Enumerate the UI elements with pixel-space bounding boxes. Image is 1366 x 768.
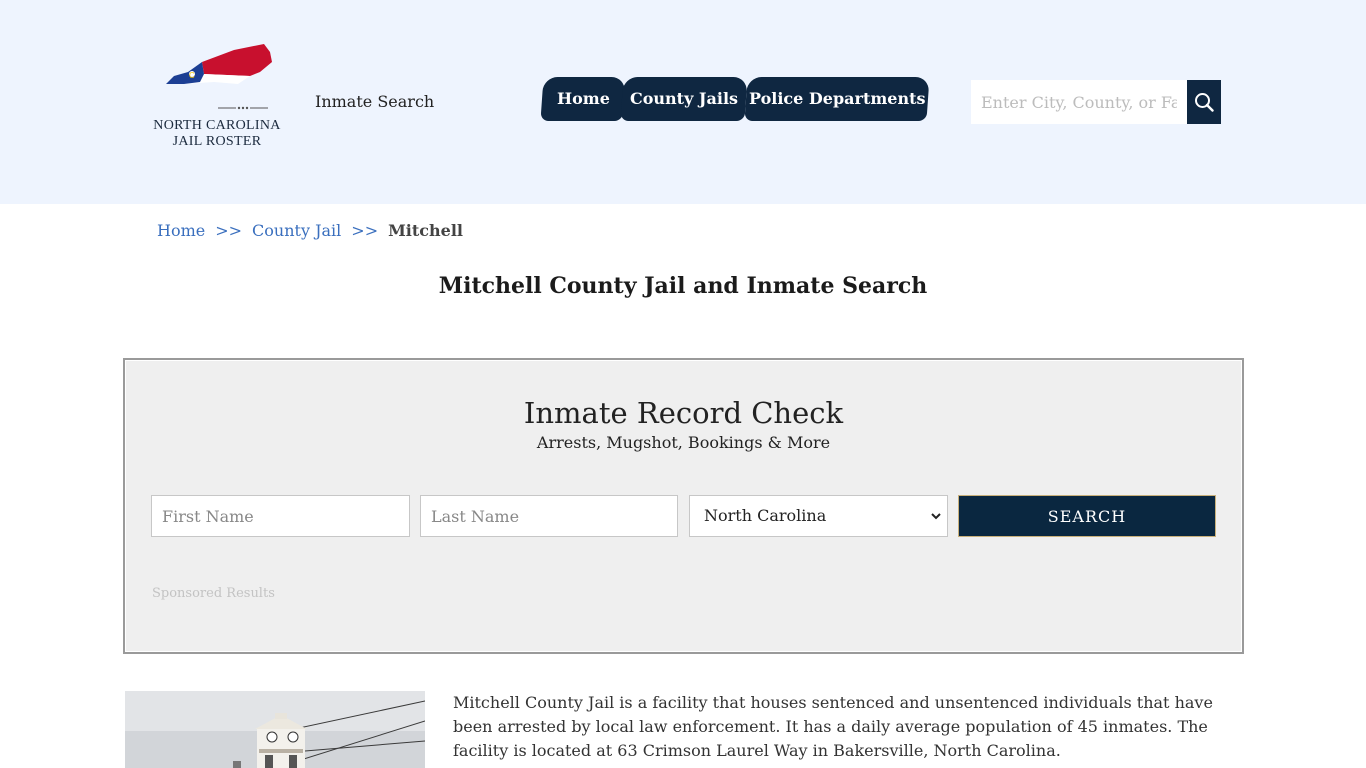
north-carolina-map-icon: C <box>166 44 272 84</box>
record-check-subtitle: Arrests, Mugshot, Bookings & More <box>536 433 831 452</box>
logo-line-2: JAIL ROSTER <box>172 134 262 149</box>
site-search <box>971 80 1221 124</box>
breadcrumb-county-jail[interactable]: County Jail <box>252 221 341 240</box>
chevron-down-icon <box>931 513 941 520</box>
nav-home[interactable]: Home <box>540 77 626 121</box>
last-name-field[interactable] <box>420 495 678 537</box>
breadcrumb: Home >> County Jail >> Mitchell <box>157 221 463 241</box>
breadcrumb-separator: >> <box>215 221 243 240</box>
breadcrumb-separator: >> <box>351 221 379 240</box>
site-search-button[interactable] <box>1187 80 1221 124</box>
site-search-input[interactable] <box>971 80 1187 124</box>
record-search-button[interactable]: SEARCH <box>958 495 1216 537</box>
site-tagline[interactable]: Inmate Search <box>315 92 434 111</box>
search-icon <box>1195 93 1214 112</box>
page-title: Mitchell County Jail and Inmate Search <box>438 273 928 299</box>
inmate-record-check-panel: Inmate Record Check Arrests, Mugshot, Bo… <box>123 358 1244 654</box>
state-select[interactable]: North Carolina <box>689 495 948 537</box>
breadcrumb-current: Mitchell <box>388 221 463 240</box>
svg-text:C: C <box>189 71 195 80</box>
breadcrumb-home[interactable]: Home <box>157 221 205 240</box>
logo-text: NORTH CAROLINA JAIL ROSTER <box>146 118 288 150</box>
logo-line-1: NORTH CAROLINA <box>153 118 281 133</box>
nav-police-departments[interactable]: Police Departments <box>744 77 930 121</box>
record-check-title: Inmate Record Check <box>523 396 844 430</box>
courthouse-image <box>125 691 425 768</box>
first-name-field[interactable] <box>151 495 410 537</box>
jail-description: Mitchell County Jail is a facility that … <box>453 693 1213 760</box>
site-header: C NORTH CAROLINA JAIL ROSTER Inmate Sear… <box>0 0 1366 204</box>
site-logo[interactable]: C NORTH CAROLINA JAIL ROSTER <box>146 44 288 154</box>
sponsored-label: Sponsored Results <box>152 586 275 601</box>
state-select-value: North Carolina <box>704 506 827 525</box>
logo-divider <box>218 106 268 110</box>
jail-building-photo <box>125 691 425 768</box>
nav-county-jails[interactable]: County Jails <box>620 77 748 121</box>
